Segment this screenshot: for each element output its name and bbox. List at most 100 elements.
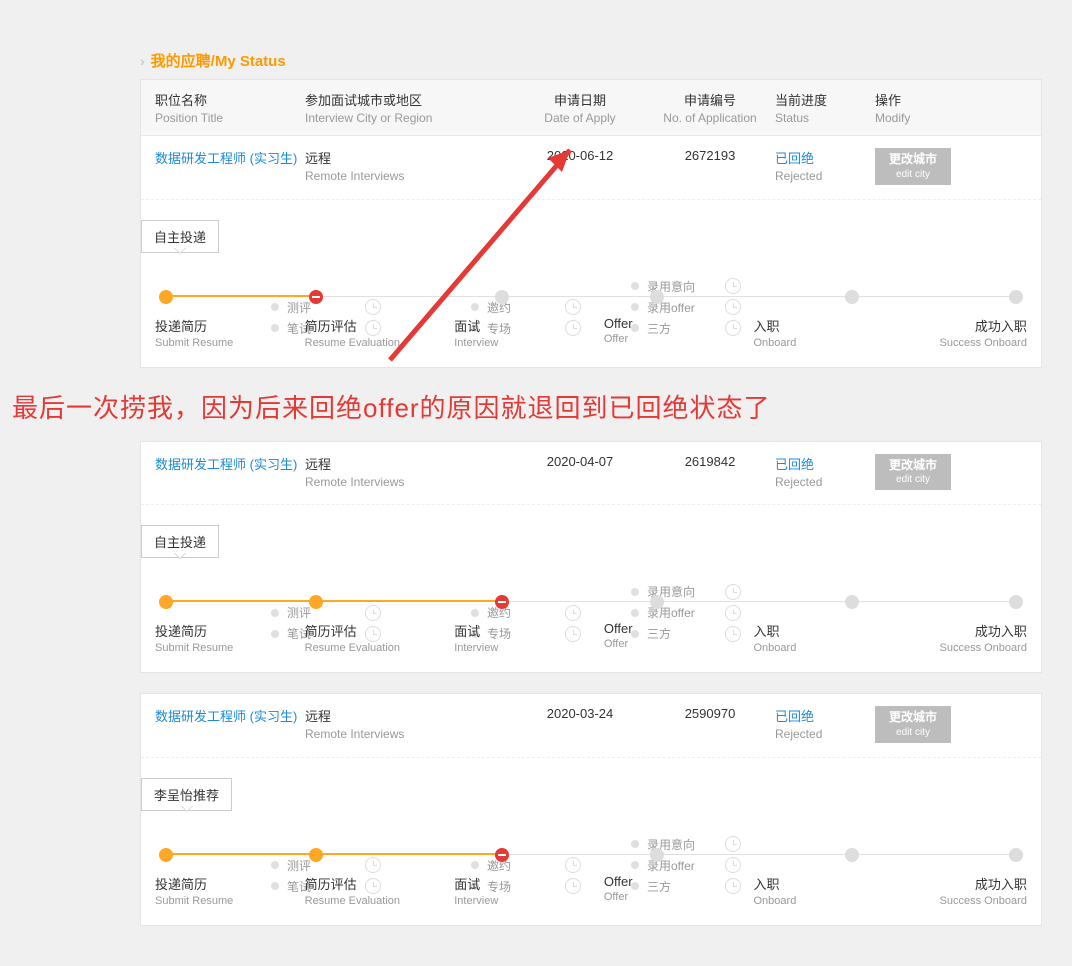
hdr-position: 职位名称	[155, 90, 305, 109]
row-city: 远程	[305, 148, 515, 167]
step-label-en: Offer	[604, 333, 728, 345]
step-label-en: Interview	[454, 642, 578, 654]
step-label-en: Onboard	[754, 642, 878, 654]
step-dot	[1009, 848, 1023, 862]
step-dot	[159, 290, 173, 304]
timeline: 测评 笔试 邀约 专场 录用意向 录用offer 三方 自主投递 投递简历Sub…	[141, 504, 1041, 672]
step-dot	[845, 290, 859, 304]
step-label: 简历评估	[305, 874, 429, 893]
edit-city-button[interactable]: 更改城市 edit city	[875, 148, 951, 185]
application-row: 数据研发工程师 (实习生) 远程 Remote Interviews 2020-…	[141, 136, 1041, 199]
step-track	[155, 290, 1027, 304]
chevron-right-icon: ›	[140, 53, 145, 69]
table-header: 职位名称 Position Title 参加面试城市或地区 Interview …	[141, 80, 1041, 136]
step-dot	[159, 595, 173, 609]
step-label: 投递简历	[155, 874, 279, 893]
edit-city-button[interactable]: 更改城市 edit city	[875, 454, 951, 491]
hdr-status-en: Status	[775, 111, 875, 125]
step-label: 面试	[454, 316, 578, 335]
step-dot-fail	[495, 595, 509, 609]
step-dot	[309, 848, 323, 862]
row-status-en: Rejected	[775, 727, 875, 741]
row-status: 已回绝	[775, 454, 875, 473]
step-label-en: Resume Evaluation	[305, 642, 429, 654]
step-dot	[845, 848, 859, 862]
step-label-en: Onboard	[754, 895, 878, 907]
step-label-en: Resume Evaluation	[305, 895, 429, 907]
step-label-en: Success Onboard	[903, 895, 1027, 907]
hdr-city-en: Interview City or Region	[305, 111, 515, 125]
row-status-en: Rejected	[775, 169, 875, 183]
step-dot-fail	[495, 848, 509, 862]
row-date: 2020-04-07	[515, 454, 645, 469]
position-link[interactable]: 数据研发工程师 (实习生)	[155, 148, 305, 167]
step-label-en: Onboard	[754, 337, 878, 349]
edit-city-en: edit city	[883, 726, 943, 739]
step-label: 成功入职	[903, 621, 1027, 640]
edit-city-en: edit city	[883, 168, 943, 181]
step-label: 入职	[754, 874, 878, 893]
step-label-en: Submit Resume	[155, 895, 279, 907]
status-header-card: 职位名称 Position Title 参加面试城市或地区 Interview …	[140, 79, 1042, 368]
step-label: 入职	[754, 316, 878, 335]
step-dot	[650, 290, 664, 304]
position-link[interactable]: 数据研发工程师 (实习生)	[155, 454, 305, 473]
step-label-en: Success Onboard	[903, 337, 1027, 349]
apply-source-badge: 自主投递	[141, 525, 219, 558]
hdr-date-en: Date of Apply	[515, 111, 645, 125]
step-dot	[1009, 595, 1023, 609]
timeline: 测评 笔试 邀约 专场 录用意向 录用offer 三方 自主投递 投递简	[141, 199, 1041, 367]
row-city: 远程	[305, 706, 515, 725]
row-status-en: Rejected	[775, 475, 875, 489]
hdr-no-en: No. of Application	[645, 111, 775, 125]
step-label: Offer	[604, 874, 728, 889]
row-city-en: Remote Interviews	[305, 169, 515, 183]
edit-city-cn: 更改城市	[883, 458, 943, 474]
step-label: 投递简历	[155, 621, 279, 640]
row-no: 2590970	[645, 706, 775, 721]
section-title: › 我的应聘/My Status	[140, 50, 1072, 71]
step-label-en: Success Onboard	[903, 642, 1027, 654]
step-label: 入职	[754, 621, 878, 640]
step-dot	[650, 595, 664, 609]
step-label: 成功入职	[903, 874, 1027, 893]
step-label-en: Submit Resume	[155, 642, 279, 654]
position-link[interactable]: 数据研发工程师 (实习生)	[155, 706, 305, 725]
hdr-date: 申请日期	[515, 90, 645, 109]
step-dot	[495, 290, 509, 304]
row-date: 2020-06-12	[515, 148, 645, 163]
step-label: 简历评估	[305, 621, 429, 640]
row-status: 已回绝	[775, 706, 875, 725]
application-card: 数据研发工程师 (实习生) 远程 Remote Interviews 2020-…	[140, 441, 1042, 674]
user-annotation: 最后一次捞我，因为后来回绝offer的原因就退回到已回绝状态了	[12, 388, 1042, 425]
row-no: 2672193	[645, 148, 775, 163]
hdr-op-en: Modify	[875, 111, 975, 125]
application-row: 数据研发工程师 (实习生) 远程 Remote Interviews 2020-…	[141, 694, 1041, 757]
row-city: 远程	[305, 454, 515, 473]
hdr-status: 当前进度	[775, 90, 875, 109]
row-city-en: Remote Interviews	[305, 475, 515, 489]
step-dot	[309, 595, 323, 609]
row-date: 2020-03-24	[515, 706, 645, 721]
hdr-city: 参加面试城市或地区	[305, 90, 515, 109]
hdr-op: 操作	[875, 90, 975, 109]
row-status: 已回绝	[775, 148, 875, 167]
step-dot	[845, 595, 859, 609]
application-row: 数据研发工程师 (实习生) 远程 Remote Interviews 2020-…	[141, 442, 1041, 505]
step-label-en: Interview	[454, 337, 578, 349]
hdr-position-en: Position Title	[155, 111, 305, 125]
apply-source-badge: 自主投递	[141, 220, 219, 253]
step-dot	[159, 848, 173, 862]
step-label: 面试	[454, 621, 578, 640]
edit-city-button[interactable]: 更改城市 edit city	[875, 706, 951, 743]
application-card: 数据研发工程师 (实习生) 远程 Remote Interviews 2020-…	[140, 693, 1042, 926]
step-label: 面试	[454, 874, 578, 893]
step-label: 投递简历	[155, 316, 279, 335]
edit-city-en: edit city	[883, 473, 943, 486]
step-dot	[1009, 290, 1023, 304]
edit-city-cn: 更改城市	[883, 710, 943, 726]
step-label: 简历评估	[305, 316, 429, 335]
step-label-en: Offer	[604, 638, 728, 650]
timeline: 测评 笔试 邀约 专场 录用意向 录用offer 三方 李呈怡推荐 投递简历Su…	[141, 757, 1041, 925]
step-dot-fail	[309, 290, 323, 304]
